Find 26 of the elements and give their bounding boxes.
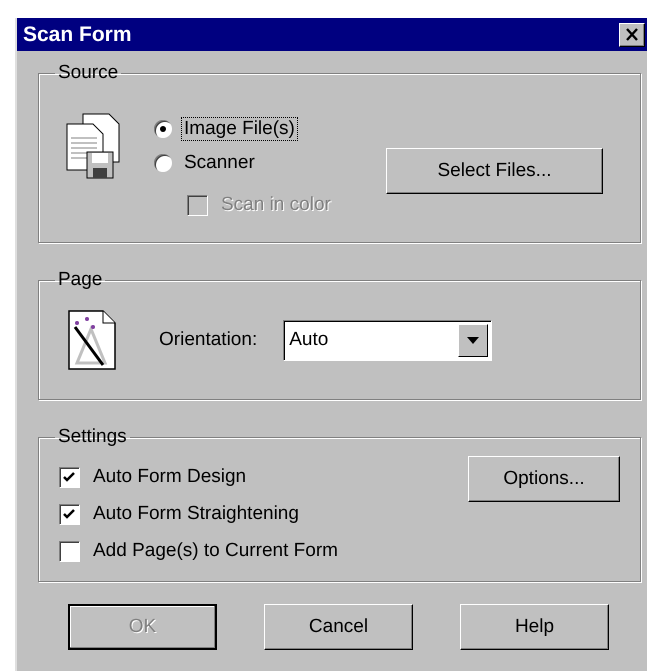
page-wand-icon [67,309,117,371]
documents-disk-icon [65,112,121,180]
group-legend: Settings [55,426,130,448]
orientation-dropdown[interactable]: Auto [283,320,492,360]
checkbox[interactable] [59,467,79,487]
select-files-button[interactable]: Select Files... [386,148,603,194]
dropdown-arrow-icon [467,336,480,344]
options-button[interactable]: Options... [468,456,620,502]
radio-option[interactable]: Scanner [154,152,386,174]
close-button[interactable] [619,22,645,46]
checkbox-label: Auto Form Straightening [92,503,300,525]
checkbox-label: Auto Form Design [92,466,248,488]
checkbox-label: Scan in color [220,194,332,216]
checkbox[interactable] [59,541,79,561]
checkbox[interactable] [59,504,79,524]
checkbox-label: Add Page(s) to Current Form [92,540,339,562]
group-legend: Page [55,269,106,291]
window-title: Scan Form [23,22,132,46]
orientation-label: Orientation: [159,329,258,351]
check-icon [63,508,75,520]
close-icon [625,28,639,41]
radio-option[interactable]: Image File(s) [154,118,386,140]
check-icon [63,472,75,482]
dialog-button[interactable]: Cancel [264,604,413,650]
dialog-button[interactable]: Help [460,604,609,650]
group-legend: Source [55,62,122,84]
